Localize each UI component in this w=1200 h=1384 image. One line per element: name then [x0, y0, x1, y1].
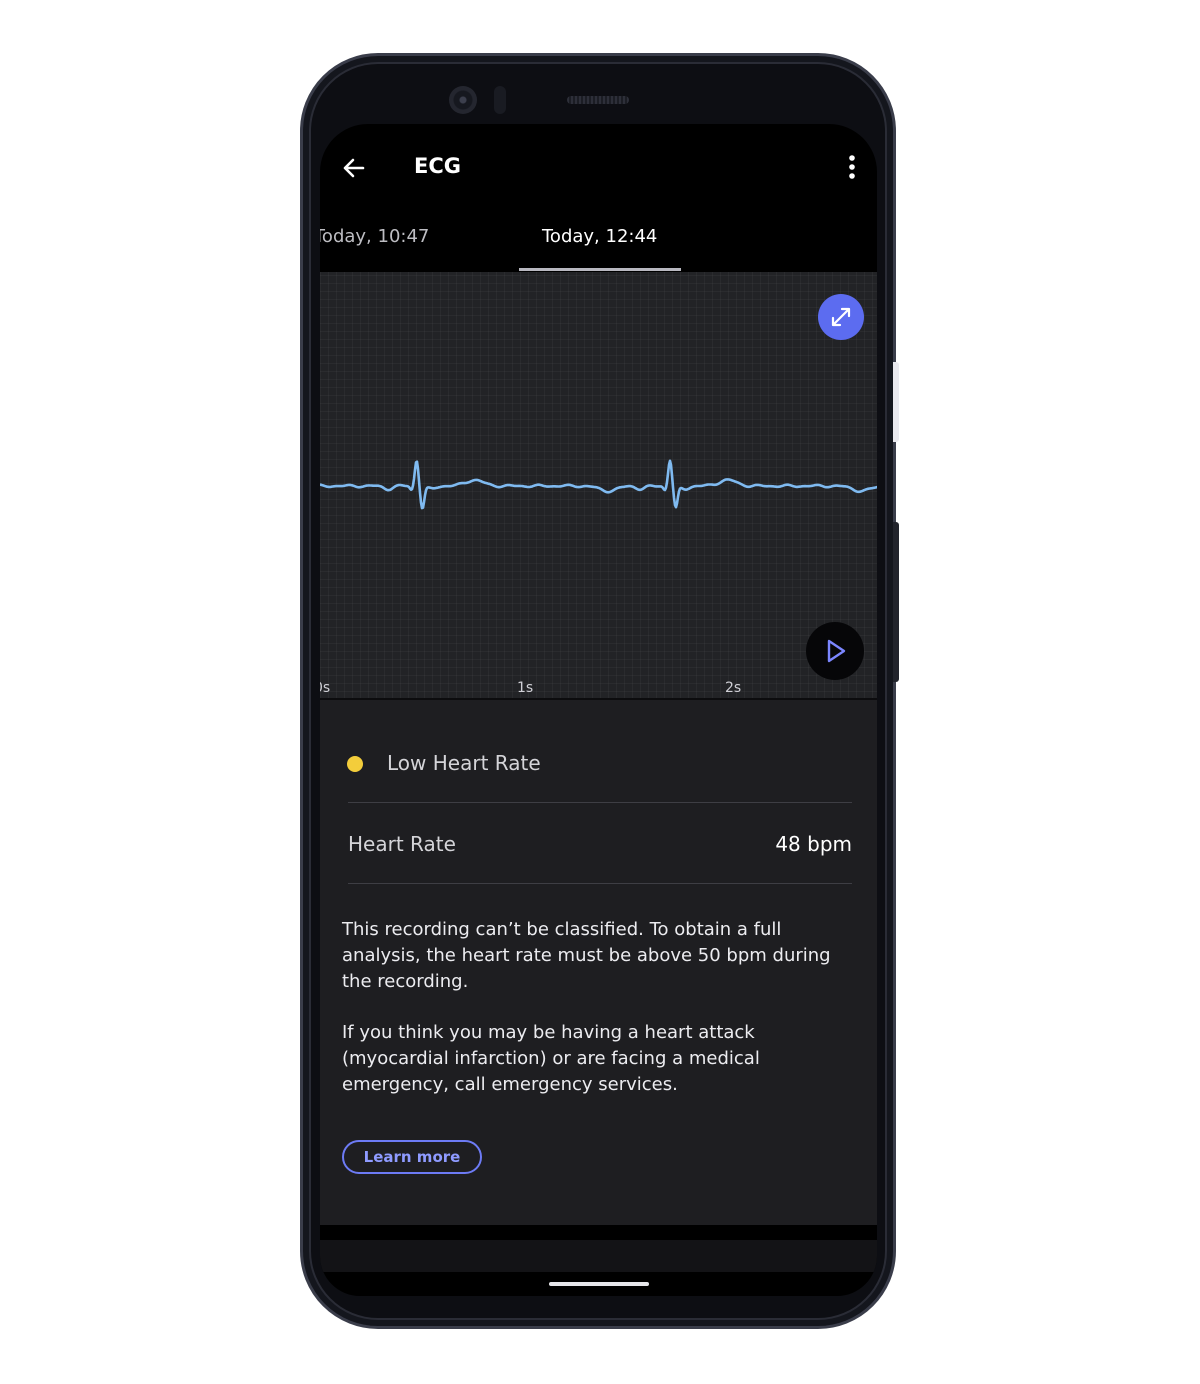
- emergency-message: If you think you may be having a heart a…: [342, 1022, 760, 1095]
- more-options-button[interactable]: [840, 152, 864, 184]
- tab-indicator: [519, 268, 681, 271]
- recording-tabs: Today, 10:47 Today, 12:44: [320, 214, 877, 272]
- arrow-left-icon: [343, 158, 365, 178]
- play-icon: [827, 639, 846, 663]
- tab-recording-1[interactable]: Today, 10:47: [320, 226, 429, 247]
- power-button: [893, 522, 899, 682]
- screen: ECG Today, 10:47 Today, 12:44 0s: [320, 124, 877, 1296]
- x-tick-label: 0s: [320, 680, 331, 696]
- volume-button: [893, 362, 899, 442]
- earpiece-speaker: [567, 96, 629, 104]
- tab-recording-2[interactable]: Today, 12:44: [542, 226, 657, 247]
- expand-icon: [831, 307, 851, 327]
- back-button[interactable]: [336, 150, 372, 186]
- x-tick-label: 2s: [725, 680, 742, 696]
- app-bar: ECG: [320, 124, 877, 210]
- expand-button[interactable]: [818, 294, 864, 340]
- proximity-sensor: [494, 86, 506, 114]
- status-label: Low Heart Rate: [387, 751, 541, 775]
- ecg-chart[interactable]: 0s 1s 2s: [320, 272, 877, 700]
- divider: [348, 883, 852, 884]
- ecg-waveform-svg: [320, 459, 877, 510]
- learn-more-button[interactable]: Learn more: [342, 1140, 482, 1174]
- home-indicator[interactable]: [549, 1282, 649, 1286]
- front-camera: [449, 86, 477, 114]
- bottom-strip: [320, 1240, 877, 1272]
- status-indicator-dot: [347, 756, 363, 772]
- play-button[interactable]: [806, 622, 864, 680]
- divider: [348, 802, 852, 803]
- classification-message: This recording can’t be classified. To o…: [342, 919, 831, 992]
- ecg-waveform-line: [320, 459, 877, 510]
- more-vertical-icon: [849, 155, 855, 179]
- page-title: ECG: [414, 154, 461, 178]
- result-card: Low Heart Rate Heart Rate 48 bpm This re…: [320, 700, 877, 1225]
- heart-rate-value: 48 bpm: [775, 832, 852, 856]
- x-tick-label: 1s: [517, 680, 534, 696]
- heart-rate-label: Heart Rate: [348, 832, 456, 856]
